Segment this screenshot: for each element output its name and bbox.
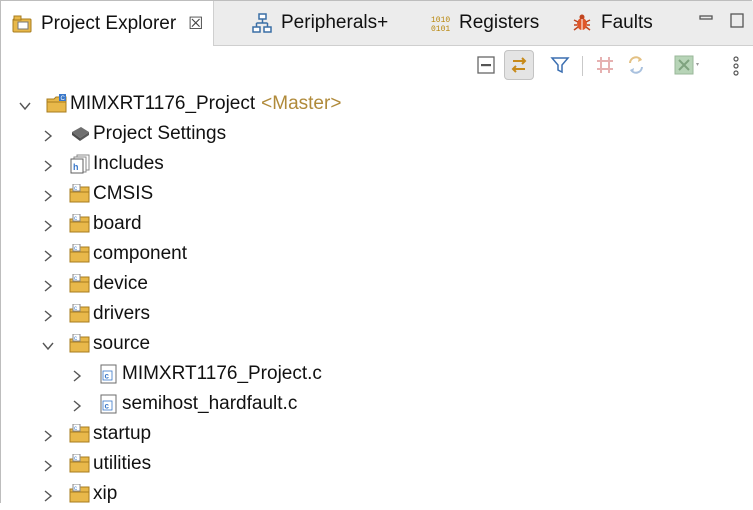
source-folder-icon: c [69, 303, 91, 324]
tree-row-source[interactable]: c source [1, 329, 150, 358]
tab-project-explorer[interactable]: Project Explorer ☒ [1, 1, 215, 46]
svg-text:c: c [74, 336, 77, 342]
link-with-editor-icon[interactable] [504, 50, 534, 80]
tree-row-file-main[interactable]: c MIMXRT1176_Project.c [1, 359, 322, 388]
source-folder-icon: c [69, 213, 91, 234]
svg-text:C: C [61, 96, 66, 102]
svg-text:c: c [74, 456, 77, 462]
tree-row-cmsis[interactable]: c CMSIS [1, 179, 153, 208]
close-icon[interactable]: ☒ [188, 14, 203, 34]
tree-row-includes[interactable]: h Includes [1, 149, 164, 178]
svg-text:h: h [73, 162, 79, 172]
registers-icon: 1010 0101 [429, 12, 451, 34]
tree-row-board[interactable]: c board [1, 209, 142, 238]
tree-item-label: Includes [93, 152, 164, 174]
svg-text:c: c [74, 216, 77, 222]
grid-icon[interactable] [594, 54, 616, 76]
tab-registers-label: Registers [459, 12, 540, 33]
tree-item-label: drivers [93, 302, 151, 324]
chevron-right-icon[interactable] [41, 247, 55, 262]
source-folder-icon: c [69, 273, 91, 294]
view-tab-bar: Project Explorer ☒ Peripherals+ 1010 010… [1, 1, 753, 46]
svg-text:0101: 0101 [431, 25, 450, 34]
view-menu-icon[interactable] [728, 54, 744, 76]
chevron-right-icon[interactable] [41, 427, 55, 442]
chevron-right-icon[interactable] [41, 157, 55, 172]
chevron-right-icon[interactable] [41, 277, 55, 292]
tree-item-label: semihost_hardfault.c [122, 392, 298, 414]
tree-item-label: xip [93, 482, 118, 504]
collapse-all-icon[interactable] [475, 54, 497, 76]
tree-item-label: utilities [93, 452, 152, 474]
tree-row-project-settings[interactable]: Project Settings [1, 119, 226, 148]
maximize-icon[interactable] [727, 11, 747, 31]
tree-item-label: Project Settings [93, 122, 227, 144]
chevron-right-icon[interactable] [41, 487, 55, 502]
svg-text:c: c [74, 306, 77, 312]
source-folder-icon: c [69, 183, 91, 204]
source-folder-icon: c [69, 243, 91, 264]
chevron-right-icon[interactable] [70, 397, 84, 412]
chevron-right-icon[interactable] [70, 367, 84, 382]
sync-icon[interactable] [625, 54, 647, 76]
filter-icon[interactable] [549, 54, 571, 76]
svg-text:c: c [74, 486, 77, 492]
svg-text:c: c [74, 426, 77, 432]
c-file-icon: c [98, 364, 120, 384]
project-folder-icon: C [46, 93, 68, 114]
view-toolbar [1, 46, 753, 84]
project-explorer-icon [11, 13, 33, 35]
source-folder-icon: c [69, 453, 91, 474]
tree-row-project[interactable]: C MIMXRT1176_Project <Master> [1, 89, 341, 118]
tab-peripherals[interactable]: Peripherals+ [251, 1, 388, 45]
minimize-icon[interactable] [696, 11, 716, 31]
tree-item-label: CMSIS [93, 182, 154, 204]
settings-chip-icon [69, 124, 91, 144]
tab-faults-label: Faults [601, 12, 653, 33]
tab-registers[interactable]: 1010 0101 Registers [429, 1, 539, 45]
source-folder-icon: c [69, 333, 91, 354]
source-folder-icon: c [69, 423, 91, 444]
chevron-right-icon[interactable] [41, 217, 55, 232]
tree-item-label: startup [93, 422, 152, 444]
svg-text:c: c [105, 371, 110, 380]
tree-row-startup[interactable]: c startup [1, 419, 151, 448]
branch-label: <Master> [261, 92, 342, 114]
c-file-icon: c [98, 394, 120, 414]
tab-faults[interactable]: Faults [571, 1, 653, 45]
svg-text:1010: 1010 [431, 16, 450, 25]
chevron-right-icon[interactable] [41, 127, 55, 142]
source-folder-icon: c [69, 483, 91, 504]
chevron-right-icon[interactable] [41, 307, 55, 322]
chevron-right-icon[interactable] [41, 187, 55, 202]
tree-row-file-semihost[interactable]: c semihost_hardfault.c [1, 389, 297, 418]
tree-row-drivers[interactable]: c drivers [1, 299, 150, 328]
tab-project-explorer-label: Project Explorer [41, 12, 177, 34]
tree-row-component[interactable]: c component [1, 239, 187, 268]
chevron-down-icon[interactable] [41, 337, 55, 351]
toolbar-separator [582, 56, 583, 76]
peripherals-icon [251, 12, 273, 34]
tab-peripherals-label: Peripherals+ [281, 12, 389, 33]
tree-item-label: component [93, 242, 188, 264]
svg-text:c: c [105, 401, 110, 410]
tree-row-device[interactable]: c device [1, 269, 148, 298]
disabled-build-icon[interactable] [673, 54, 703, 76]
bug-icon [571, 12, 593, 34]
tree-item-label: board [93, 212, 142, 234]
project-explorer-view: Project Explorer ☒ Peripherals+ 1010 010… [0, 0, 753, 504]
tree-row-utilities[interactable]: c utilities [1, 449, 151, 478]
svg-text:c: c [74, 276, 77, 282]
svg-text:c: c [74, 186, 77, 192]
project-label: MIMXRT1176_Project [70, 92, 256, 114]
svg-text:c: c [74, 246, 77, 252]
chevron-right-icon[interactable] [41, 457, 55, 472]
tree-item-label: device [93, 272, 148, 294]
tree-item-label: source [93, 332, 151, 354]
tree-item-label: MIMXRT1176_Project.c [122, 362, 322, 384]
includes-icon: h [69, 154, 91, 174]
chevron-down-icon[interactable] [18, 97, 32, 111]
